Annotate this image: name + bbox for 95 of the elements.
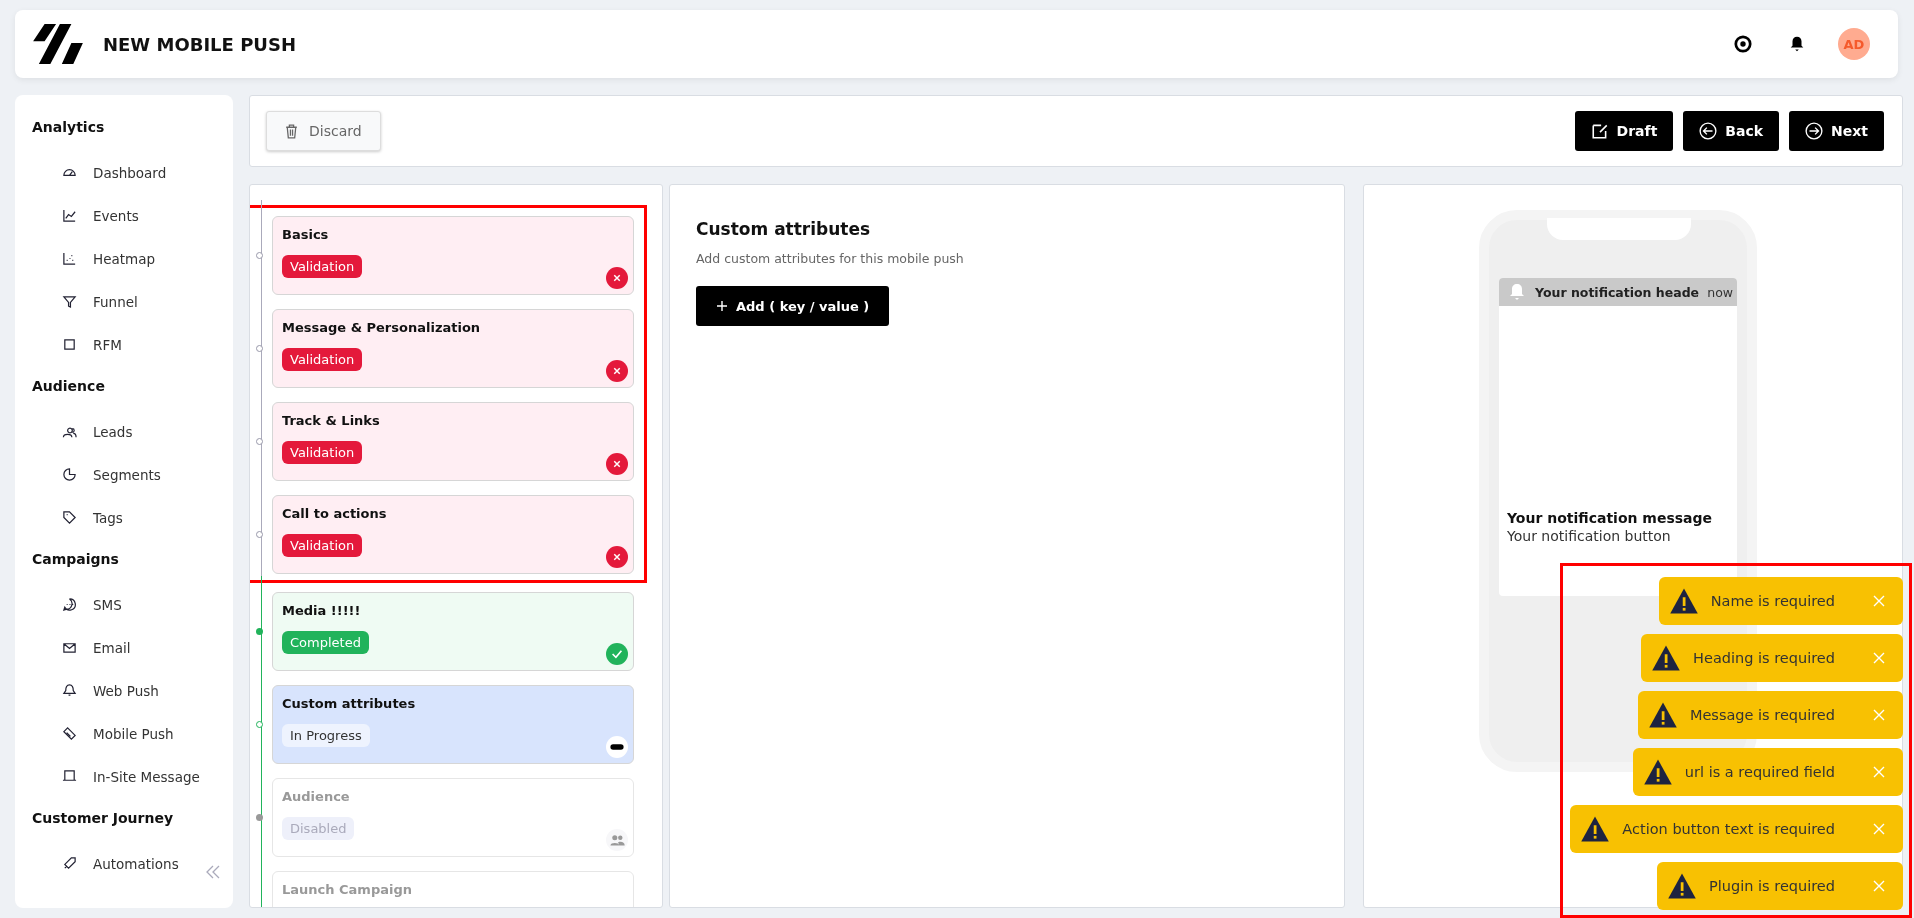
status-label: Validation: [282, 441, 363, 464]
people-icon: [606, 829, 628, 851]
step-title: Audience: [282, 789, 351, 804]
bell-icon: [62, 683, 77, 698]
sidebar-item[interactable]: RFM: [32, 323, 233, 366]
status-label: Completed: [282, 631, 369, 654]
warning-icon: [1642, 758, 1673, 786]
warning-toast: Plugin is required: [1657, 862, 1903, 910]
toggle-icon: [606, 736, 628, 758]
section-subtitle: Add custom attributes for this mobile push: [696, 251, 965, 266]
pie-chart-icon: [62, 467, 77, 482]
timeline-dot: [256, 814, 263, 821]
scatter-icon: [62, 251, 77, 266]
warning-toast: Action button text is required: [1570, 805, 1903, 853]
sidebar-item[interactable]: Mobile Push: [32, 712, 233, 755]
error-icon: [606, 267, 628, 289]
page-title: NEW MOBILE PUSH: [103, 33, 296, 55]
sidebar-item[interactable]: Email: [32, 626, 233, 669]
warning-icon: [1580, 815, 1611, 843]
envelope-icon: [62, 640, 77, 655]
logo-icon: [33, 22, 83, 66]
discard-button[interactable]: Discard: [266, 111, 381, 151]
timeline-dot: [256, 252, 263, 259]
step-title: Track & Links: [282, 413, 381, 428]
line-chart-icon: [62, 208, 77, 223]
error-icon: [606, 546, 628, 568]
section-heading: Customer Journey: [32, 809, 175, 828]
notification-message: Your notification message: [1506, 510, 1714, 526]
status-label: Validation: [282, 255, 363, 278]
funnel-icon: [62, 294, 77, 309]
step-title: Media !!!!!: [282, 603, 362, 618]
step-card[interactable]: Basics Validation: [272, 216, 634, 295]
sidebar-item[interactable]: In-Site Message: [32, 755, 233, 798]
step-card[interactable]: Call to actions Validation: [272, 495, 634, 574]
step-title: Custom attributes: [282, 696, 417, 711]
step-title: Message & Personalization: [282, 320, 482, 335]
timeline-dot: [256, 721, 263, 728]
step-card[interactable]: Track & Links Validation: [272, 402, 634, 481]
help-icon[interactable]: [1734, 35, 1752, 53]
arrow-left-icon: [1699, 122, 1718, 140]
timeline-dot: [256, 345, 263, 352]
status-label: Validation: [282, 348, 363, 371]
sidebar-item[interactable]: Events: [32, 194, 233, 237]
plus-icon: [716, 300, 728, 312]
trash-icon: [283, 122, 300, 140]
notification-header: Your notification heade: [1535, 284, 1700, 300]
tag-icon: [62, 510, 77, 525]
step-title: Basics: [282, 227, 330, 242]
sidebar-item[interactable]: Web Push: [32, 669, 233, 712]
warning-toast: Message is required: [1637, 691, 1903, 739]
sidebar-item[interactable]: Dashboard: [32, 151, 233, 194]
section-heading: Analytics: [32, 118, 106, 137]
step-title: Launch Campaign: [282, 882, 413, 897]
section-title: Custom attributes: [696, 219, 872, 239]
sidebar-item[interactable]: Leads: [32, 410, 233, 453]
step-card[interactable]: Message & Personalization Validation: [272, 309, 634, 388]
notification-button-text: Your notification button: [1506, 527, 1672, 546]
back-button[interactable]: Back: [1683, 111, 1780, 151]
collapse-icon[interactable]: [205, 864, 221, 880]
warning-icon: [1647, 701, 1678, 729]
sidebar-item[interactable]: Segments: [32, 453, 233, 496]
section-heading: Campaigns: [32, 550, 120, 569]
error-icon: [606, 360, 628, 382]
step-card[interactable]: Custom attributes In Progress: [272, 685, 634, 764]
timeline-dot: [256, 438, 263, 445]
timeline-dot: [256, 628, 263, 635]
step-card[interactable]: Media !!!!! Completed: [272, 592, 634, 671]
notification-time: now: [1707, 284, 1733, 300]
warning-toast: Name is required: [1658, 577, 1903, 625]
status-label: In Progress: [282, 724, 370, 747]
sidebar-item[interactable]: Heatmap: [32, 237, 233, 280]
warning-icon: [1651, 644, 1682, 672]
next-button[interactable]: Next: [1789, 111, 1884, 151]
warning-icon: [1668, 587, 1699, 615]
timeline-dot: [256, 531, 263, 538]
step-title: Call to actions: [282, 506, 388, 521]
status-label: Disabled: [282, 817, 355, 840]
square-icon: [62, 337, 77, 352]
sidebar-item[interactable]: Funnel: [32, 280, 233, 323]
sidebar-item[interactable]: Tags: [32, 496, 233, 539]
error-icon: [606, 453, 628, 475]
add-attribute-button[interactable]: Add ( key / value ): [696, 286, 890, 326]
status-label: Validation: [282, 534, 363, 557]
notification-bell-icon[interactable]: [1788, 35, 1806, 53]
edit-icon: [1590, 122, 1609, 140]
draft-button[interactable]: Draft: [1574, 111, 1674, 151]
warning-icon: [1667, 872, 1698, 900]
monitor-icon: [62, 769, 77, 784]
warning-toast: url is a required field: [1632, 748, 1903, 796]
section-heading: Audience: [32, 377, 106, 396]
check-icon: [606, 643, 628, 665]
warning-toast: Heading is required: [1641, 634, 1903, 682]
arrow-right-icon: [1805, 122, 1824, 140]
sidebar-item[interactable]: Automations: [32, 842, 233, 885]
sidebar-item[interactable]: SMS: [32, 583, 233, 626]
